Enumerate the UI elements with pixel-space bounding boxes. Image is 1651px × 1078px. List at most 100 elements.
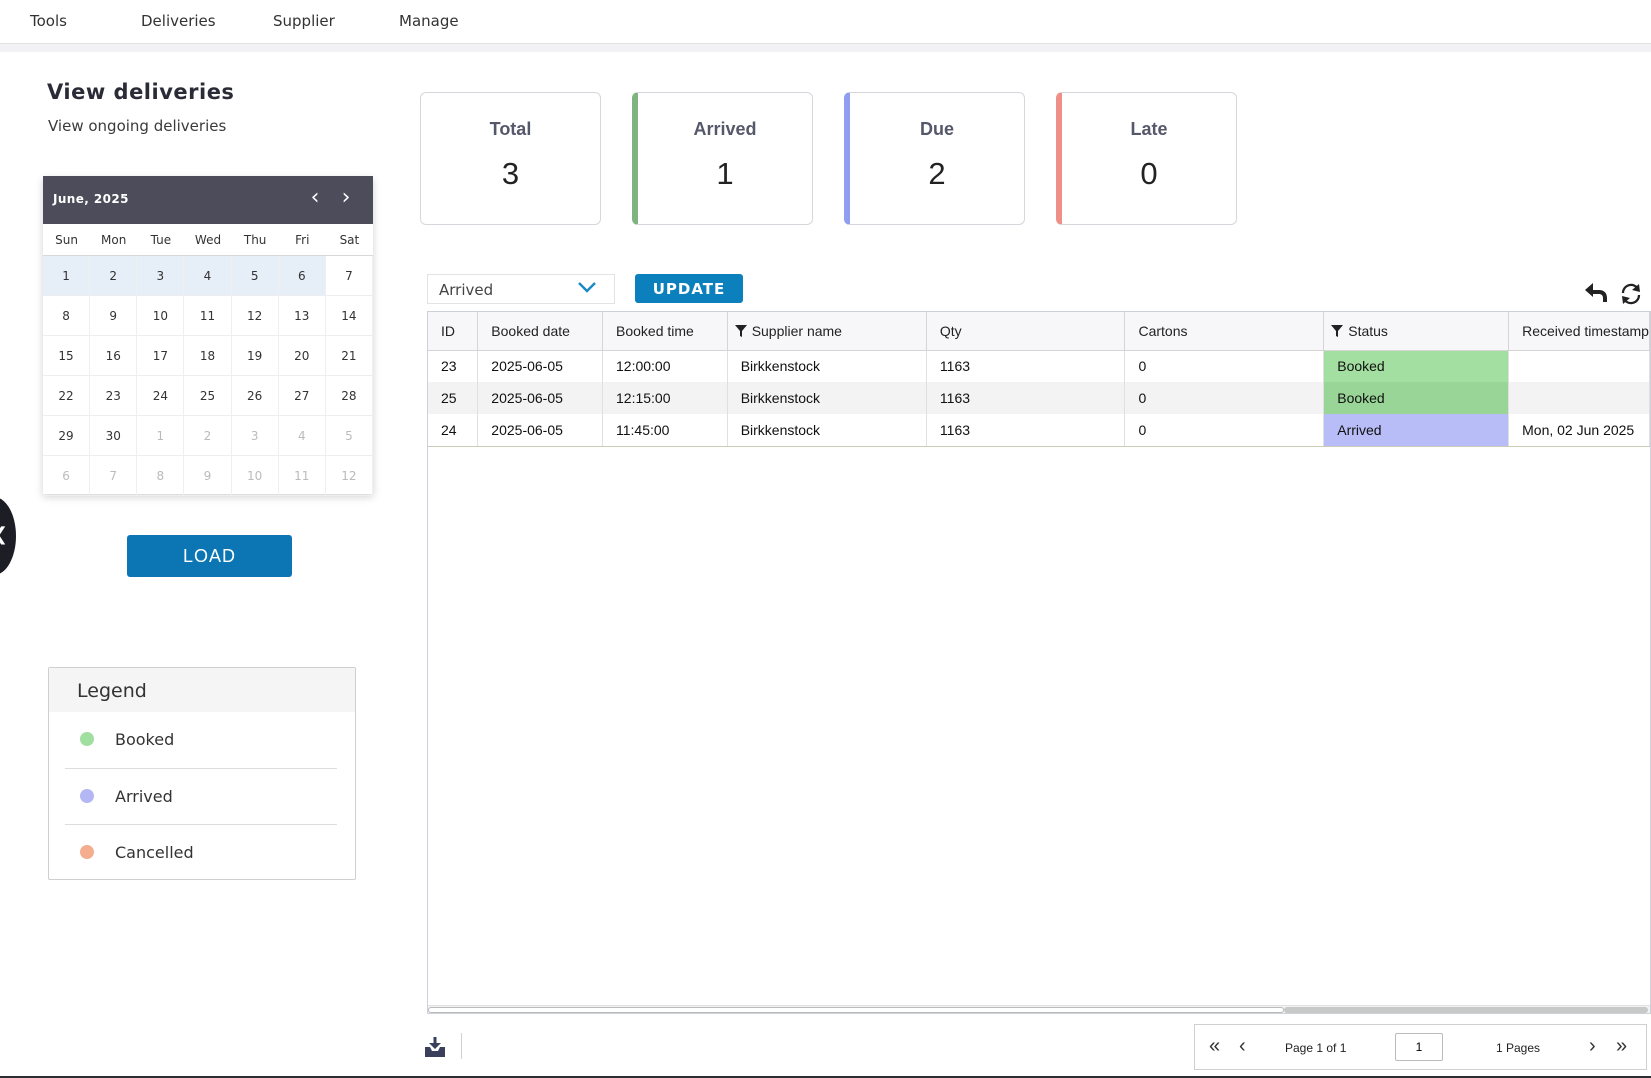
calendar-day[interactable]: 21	[325, 336, 373, 376]
calendar-day[interactable]: 2	[90, 256, 138, 296]
calendar-day[interactable]: 5	[231, 256, 279, 296]
cell-booked-date: 2025-06-05	[477, 414, 603, 447]
calendar-day[interactable]: 5	[325, 416, 373, 456]
cell-status: Booked	[1323, 382, 1510, 414]
calendar-day[interactable]: 11	[278, 456, 326, 496]
calendar: June, 2025 ‹ › Sun Mon Tue Wed Thu Fri S…	[43, 176, 373, 496]
calendar-day[interactable]: 10	[231, 456, 279, 496]
last-page-icon[interactable]: »	[1616, 1036, 1627, 1056]
legend-dot-cancelled	[80, 845, 94, 859]
column-header-supplier-name[interactable]: Supplier name	[727, 312, 927, 351]
cell-booked-time: 11:45:00	[602, 414, 728, 447]
menu-deliveries[interactable]: Deliveries	[141, 12, 216, 30]
calendar-day[interactable]: 26	[231, 376, 279, 416]
column-header-id[interactable]: ID	[428, 312, 479, 351]
column-header-cartons[interactable]: Cartons	[1124, 312, 1325, 351]
filter-icon[interactable]	[1331, 324, 1344, 337]
legend-title: Legend	[49, 668, 355, 712]
calendar-day[interactable]: 6	[43, 456, 91, 496]
horizontal-scrollbar[interactable]	[428, 1005, 1650, 1013]
deliveries-table: ID Booked date Booked time Supplier name…	[428, 312, 1650, 447]
stat-label: Late	[1130, 119, 1168, 139]
cell-id: 25	[428, 382, 479, 414]
calendar-day[interactable]: 20	[278, 336, 326, 376]
calendar-day[interactable]: 22	[43, 376, 91, 416]
calendar-day[interactable]: 4	[184, 256, 232, 296]
calendar-day[interactable]: 11	[184, 296, 232, 336]
calendar-day[interactable]: 16	[90, 336, 138, 376]
calendar-day[interactable]: 14	[325, 296, 373, 336]
calendar-day[interactable]: 17	[137, 336, 185, 376]
calendar-day[interactable]: 30	[90, 416, 138, 456]
scrollbar-thumb[interactable]	[428, 1007, 1284, 1013]
cell-supplier-name: Birkkenstock	[727, 382, 927, 414]
next-page-icon[interactable]: ›	[1589, 1036, 1596, 1056]
calendar-day[interactable]: 4	[278, 416, 326, 456]
export-icon[interactable]	[423, 1035, 447, 1059]
calendar-day[interactable]: 7	[325, 256, 373, 296]
collapse-panel-button[interactable]: ❮	[0, 497, 16, 575]
calendar-day[interactable]: 18	[184, 336, 232, 376]
calendar-next-icon[interactable]: ›	[333, 186, 359, 212]
calendar-day[interactable]: 1	[137, 416, 185, 456]
calendar-day[interactable]: 10	[137, 296, 185, 336]
calendar-day[interactable]: 8	[137, 456, 185, 496]
calendar-day[interactable]: 15	[43, 336, 91, 376]
menu-manage[interactable]: Manage	[399, 12, 459, 30]
table-row[interactable]: 25 2025-06-05 12:15:00 Birkkenstock 1163…	[428, 382, 1650, 414]
page-number-input[interactable]	[1395, 1033, 1443, 1061]
calendar-day[interactable]: 19	[231, 336, 279, 376]
stat-value: 3	[501, 156, 520, 191]
calendar-day[interactable]: 3	[231, 416, 279, 456]
calendar-day[interactable]: 13	[278, 296, 326, 336]
calendar-day[interactable]: 3	[137, 256, 185, 296]
stat-value: 0	[1140, 156, 1158, 191]
calendar-day[interactable]: 12	[231, 296, 279, 336]
status-dropdown[interactable]: Arrived	[427, 274, 615, 304]
calendar-day[interactable]: 9	[90, 296, 138, 336]
calendar-day[interactable]: 27	[278, 376, 326, 416]
table-row[interactable]: 23 2025-06-05 12:00:00 Birkkenstock 1163…	[428, 350, 1650, 382]
undo-icon[interactable]	[1583, 280, 1609, 304]
cell-id: 23	[428, 350, 479, 382]
prev-page-icon[interactable]: ‹	[1239, 1036, 1246, 1056]
refresh-icon[interactable]	[1619, 282, 1643, 306]
calendar-prev-icon[interactable]: ‹	[302, 186, 328, 212]
legend-item-cancelled: Cancelled	[65, 825, 337, 881]
legend-item-arrived: Arrived	[65, 769, 337, 825]
calendar-day[interactable]: 8	[43, 296, 91, 336]
filter-icon[interactable]	[734, 324, 747, 337]
page-subtitle: View ongoing deliveries	[48, 117, 227, 135]
calendar-day[interactable]: 6	[278, 256, 326, 296]
page-title: View deliveries	[47, 80, 235, 104]
column-header-booked-date[interactable]: Booked date	[477, 312, 603, 351]
calendar-day[interactable]: 24	[137, 376, 185, 416]
calendar-day[interactable]: 12	[325, 456, 373, 496]
column-header-label: Received timestamp	[1522, 322, 1649, 339]
column-header-label: Cartons	[1138, 322, 1188, 339]
menu-tools[interactable]: Tools	[30, 12, 67, 30]
cell-cartons: 0	[1124, 350, 1325, 382]
column-header-booked-time[interactable]: Booked time	[602, 312, 728, 351]
first-page-icon[interactable]: «	[1209, 1036, 1220, 1056]
legend-dot-arrived	[80, 789, 94, 803]
calendar-day[interactable]: 23	[90, 376, 138, 416]
legend-label: Cancelled	[115, 843, 194, 862]
menu-supplier[interactable]: Supplier	[273, 12, 335, 30]
table-header-row: ID Booked date Booked time Supplier name…	[428, 312, 1650, 351]
column-header-received-timestamp[interactable]: Received timestamp	[1508, 312, 1650, 351]
column-header-qty[interactable]: Qty	[926, 312, 1126, 351]
calendar-day[interactable]: 9	[184, 456, 232, 496]
calendar-day[interactable]: 2	[184, 416, 232, 456]
calendar-day[interactable]: 1	[43, 256, 91, 296]
calendar-day[interactable]: 28	[325, 376, 373, 416]
calendar-day[interactable]: 7	[90, 456, 138, 496]
column-header-status[interactable]: Status	[1323, 312, 1510, 351]
cell-qty: 1163	[926, 382, 1126, 414]
calendar-day[interactable]: 25	[184, 376, 232, 416]
load-button[interactable]: LOAD	[127, 535, 292, 577]
table-row[interactable]: 24 2025-06-05 11:45:00 Birkkenstock 1163…	[428, 414, 1650, 447]
cell-status: Arrived	[1323, 414, 1510, 447]
calendar-day[interactable]: 29	[43, 416, 91, 456]
update-button[interactable]: UPDATE	[635, 274, 743, 303]
